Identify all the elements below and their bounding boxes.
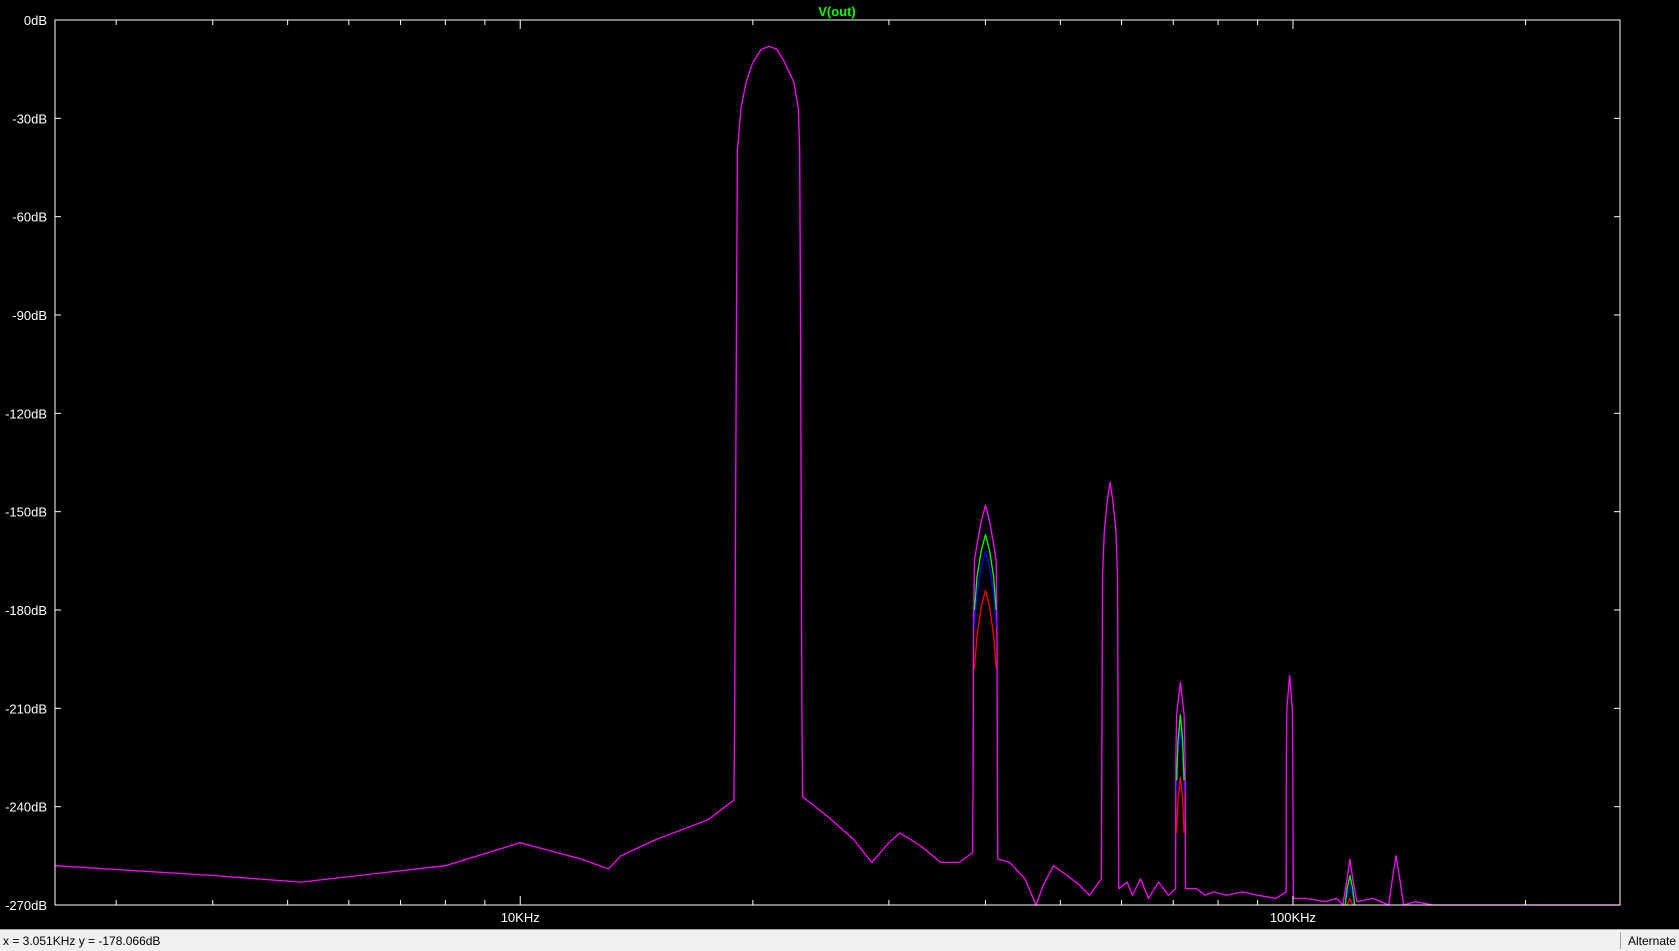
y-tick-label: -90dB [12, 308, 47, 323]
x-tick-label: 10KHz [501, 910, 540, 925]
trace-label[interactable]: V(out) [818, 4, 856, 19]
status-mode: Alternate [1627, 934, 1676, 948]
trace-layer [54, 45, 1620, 906]
trace-series [973, 550, 997, 627]
cursor-readout: x = 3.051KHz y = -178.066dB [3, 934, 161, 948]
y-tick-label: -30dB [12, 111, 47, 126]
y-tick-label: -120dB [5, 406, 47, 421]
x-tick-label: 100KHz [1270, 910, 1316, 925]
trace-series [973, 533, 997, 611]
y-tick-label: -150dB [5, 505, 47, 520]
y-tick-label: -60dB [12, 210, 47, 225]
x-axis[interactable]: 10KHz 100KHz [115, 20, 1527, 925]
status-bar: x = 3.051KHz y = -178.066dB Alternate [0, 929, 1679, 951]
trace-series [973, 589, 997, 670]
plot-frame [54, 19, 1621, 906]
y-axis[interactable]: 0dB -30dB -60dB -90dB -120dB -150dB -180dB -210… [5, 13, 1620, 913]
status-divider [1620, 932, 1621, 949]
trace-series [54, 45, 1620, 906]
y-tick-label: -210dB [5, 701, 47, 716]
trace-series [1175, 776, 1185, 833]
y-tick-label: -270dB [5, 898, 47, 913]
y-tick-label: 0dB [24, 13, 47, 28]
y-tick-label: -240dB [5, 800, 47, 815]
y-tick-label: -180dB [5, 603, 47, 618]
waveform-plot[interactable]: V(out) 0dB -30dB -60dB -90dB -120dB -150dB -18… [0, 0, 1679, 929]
